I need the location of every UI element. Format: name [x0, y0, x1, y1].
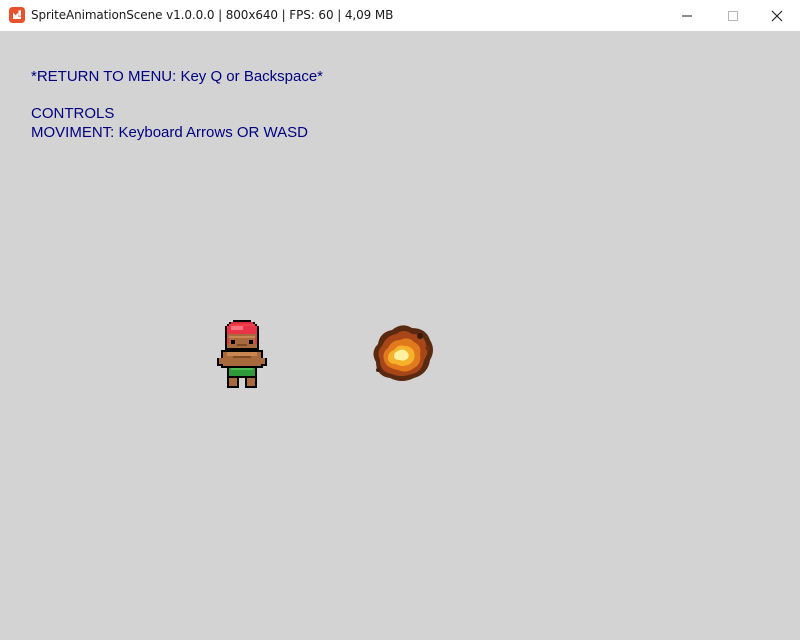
movement-hint: MOVIMENT: Keyboard Arrows OR WASD: [31, 124, 309, 141]
window-title: SpriteAnimationScene v1.0.0.0 | 800x640 …: [31, 8, 394, 22]
minimize-button[interactable]: [664, 0, 710, 31]
controls-heading: CONTROLS: [31, 105, 115, 122]
maximize-icon: [727, 10, 739, 22]
title-bar[interactable]: SpriteAnimationScene v1.0.0.0 | 800x640 …: [0, 0, 800, 31]
minimize-icon: [681, 10, 693, 22]
fire-explosion-sprite: [373, 325, 433, 381]
game-window: SpriteAnimationScene v1.0.0.0 | 800x640 …: [0, 0, 800, 640]
close-button[interactable]: [754, 0, 800, 31]
maximize-button[interactable]: [710, 0, 756, 31]
close-icon: [771, 10, 783, 22]
monogame-logo-icon: [9, 7, 25, 23]
return-to-menu-hint: *RETURN TO MENU: Key Q or Backspace*: [31, 68, 324, 85]
player-character-sprite: [217, 320, 267, 388]
game-scene[interactable]: *RETURN TO MENU: Key Q or Backspace* CON…: [0, 31, 800, 640]
